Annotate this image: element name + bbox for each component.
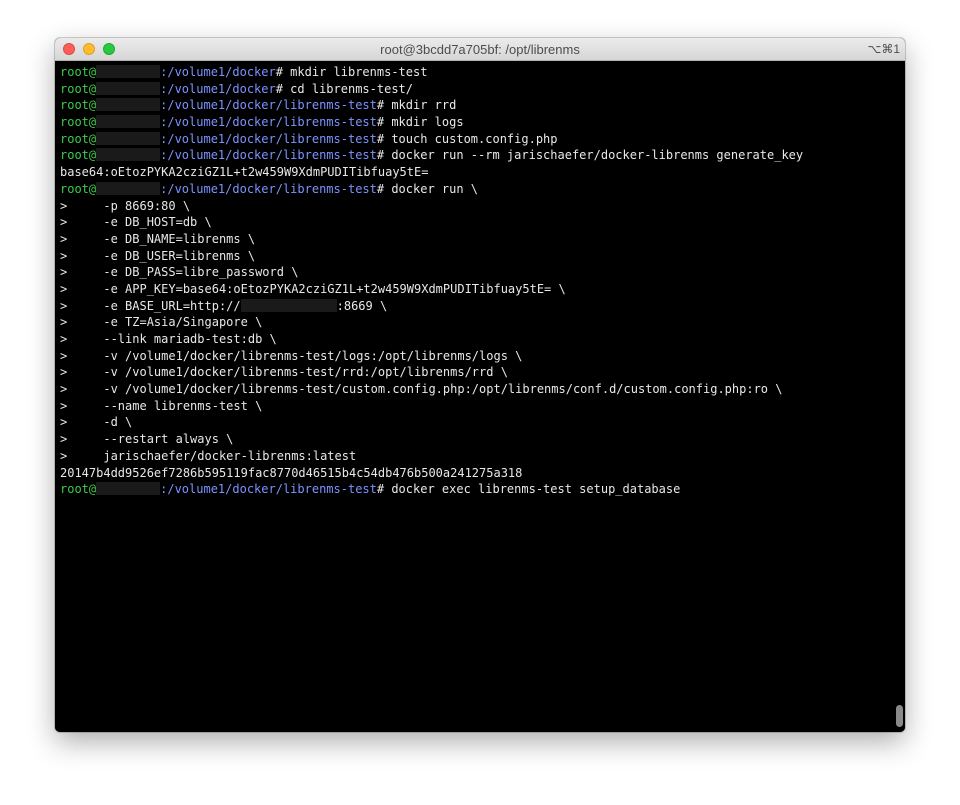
continuation-line: > -v /volume1/docker/librenms-test/rrd:/… xyxy=(60,365,508,380)
base-url-prefix: > -e BASE_URL=http:// xyxy=(60,298,241,313)
output-line: 20147b4dd9526ef7286b595119fac8770d46515b… xyxy=(60,465,523,480)
terminal-output[interactable]: root@:/volume1/docker# mkdir librenms-te… xyxy=(55,61,905,732)
prompt-suffix: # xyxy=(376,115,392,130)
command-text: cd librenms-test/ xyxy=(290,81,413,96)
continuation-line: > -e DB_NAME=librenms \ xyxy=(60,231,256,246)
continuation-line: > -e APP_KEY=base64:oEtozPYKA2cziGZ1L+t2… xyxy=(60,281,566,296)
prompt-suffix: # xyxy=(376,148,392,163)
command-text: mkdir rrd xyxy=(391,98,457,113)
continuation-line: > jarischaefer/docker-librenms:latest xyxy=(60,448,357,463)
command-line: root@ :/volume1/docker/librenms-test# doc… xyxy=(60,147,905,164)
command-line: root@ :/volume1/docker/librenms-test# doc… xyxy=(60,181,905,198)
redacted-hostname xyxy=(96,131,161,145)
prompt-suffix: # xyxy=(376,181,392,196)
command-line: root@ :/volume1/docker# mkdir librenms-te… xyxy=(60,64,905,81)
command-line: root@ :/volume1/docker/librenms-test# doc… xyxy=(60,481,905,498)
command-text: docker run --rm jarischaefer/docker-libr… xyxy=(391,148,804,163)
continuation-line: > -e BASE_URL=http:// :8669 \ xyxy=(60,298,905,315)
redacted-hostname xyxy=(96,181,161,195)
prompt-user: root@ xyxy=(60,65,97,79)
continuation-line: > --restart always \ xyxy=(60,432,234,447)
redacted-hostname xyxy=(96,81,161,95)
prompt-user: root@ xyxy=(60,181,97,196)
prompt-user: root@ xyxy=(60,98,97,113)
command-text: docker exec librenms-test setup_database xyxy=(391,482,681,497)
command-text: docker run \ xyxy=(391,181,479,196)
continuation-line: > -e DB_HOST=db \ xyxy=(60,215,212,230)
command-text: touch custom.config.php xyxy=(391,131,558,146)
prompt-user: root@ xyxy=(60,148,97,163)
redacted-hostname xyxy=(96,482,161,496)
redacted-hostname xyxy=(96,115,161,129)
continuation-line: > -d \ xyxy=(60,415,133,430)
command-line: root@ :/volume1/docker/librenms-test# tou… xyxy=(60,131,905,148)
prompt-user: root@ xyxy=(60,81,97,96)
prompt-path: :/volume1/docker xyxy=(160,81,276,96)
prompt-path: :/volume1/docker/librenms-test xyxy=(160,148,377,163)
prompt-path: :/volume1/docker/librenms-test xyxy=(160,115,377,130)
prompt-user: root@ xyxy=(60,131,97,146)
continuation-line: > -v /volume1/docker/librenms-test/logs:… xyxy=(60,348,523,363)
vertical-scrollbar[interactable] xyxy=(896,705,903,727)
prompt-user: root@ xyxy=(60,482,97,497)
redacted-host-address xyxy=(240,298,337,312)
window-title: root@3bcdd7a705bf: /opt/librenms xyxy=(380,42,580,57)
prompt-path: :/volume1/docker/librenms-test xyxy=(160,181,377,196)
terminal-window[interactable]: root@3bcdd7a705bf: /opt/librenms ⌥⌘1 roo… xyxy=(55,38,905,732)
command-text: mkdir librenms-test xyxy=(290,65,428,79)
prompt-suffix: # xyxy=(275,81,291,96)
prompt-suffix: # xyxy=(376,482,392,497)
redacted-hostname xyxy=(96,98,161,112)
window-shortcut-label: ⌥⌘1 xyxy=(867,42,900,56)
continuation-line: > -e TZ=Asia/Singapore \ xyxy=(60,315,263,330)
redacted-hostname xyxy=(96,65,161,78)
command-line: root@ :/volume1/docker/librenms-test# mkd… xyxy=(60,97,905,114)
prompt-path: :/volume1/docker/librenms-test xyxy=(160,98,377,113)
prompt-suffix: # xyxy=(376,131,392,146)
continuation-line: > -p 8669:80 \ xyxy=(60,198,191,213)
command-text: mkdir logs xyxy=(391,115,464,130)
title-bar[interactable]: root@3bcdd7a705bf: /opt/librenms ⌥⌘1 xyxy=(55,38,905,61)
output-line: base64:oEtozPYKA2cziGZ1L+t2w459W9XdmPUDI… xyxy=(60,165,429,180)
continuation-line: > -e DB_USER=librenms \ xyxy=(60,248,256,263)
continuation-line: > -v /volume1/docker/librenms-test/custo… xyxy=(60,382,783,397)
prompt-suffix: # xyxy=(376,98,392,113)
prompt-path: :/volume1/docker xyxy=(160,65,276,79)
prompt-path: :/volume1/docker/librenms-test xyxy=(160,482,377,497)
prompt-path: :/volume1/docker/librenms-test xyxy=(160,131,377,146)
continuation-line: > -e DB_PASS=libre_password \ xyxy=(60,265,299,280)
prompt-user: root@ xyxy=(60,115,97,130)
base-url-suffix: :8669 \ xyxy=(336,298,388,313)
redacted-hostname xyxy=(96,148,161,162)
continuation-line: > --link mariadb-test:db \ xyxy=(60,332,277,346)
command-line: root@ :/volume1/docker# cd librenms-test/ xyxy=(60,81,905,98)
continuation-line: > --name librenms-test \ xyxy=(60,398,263,413)
command-line: root@ :/volume1/docker/librenms-test# mkd… xyxy=(60,114,905,131)
prompt-suffix: # xyxy=(275,65,291,79)
